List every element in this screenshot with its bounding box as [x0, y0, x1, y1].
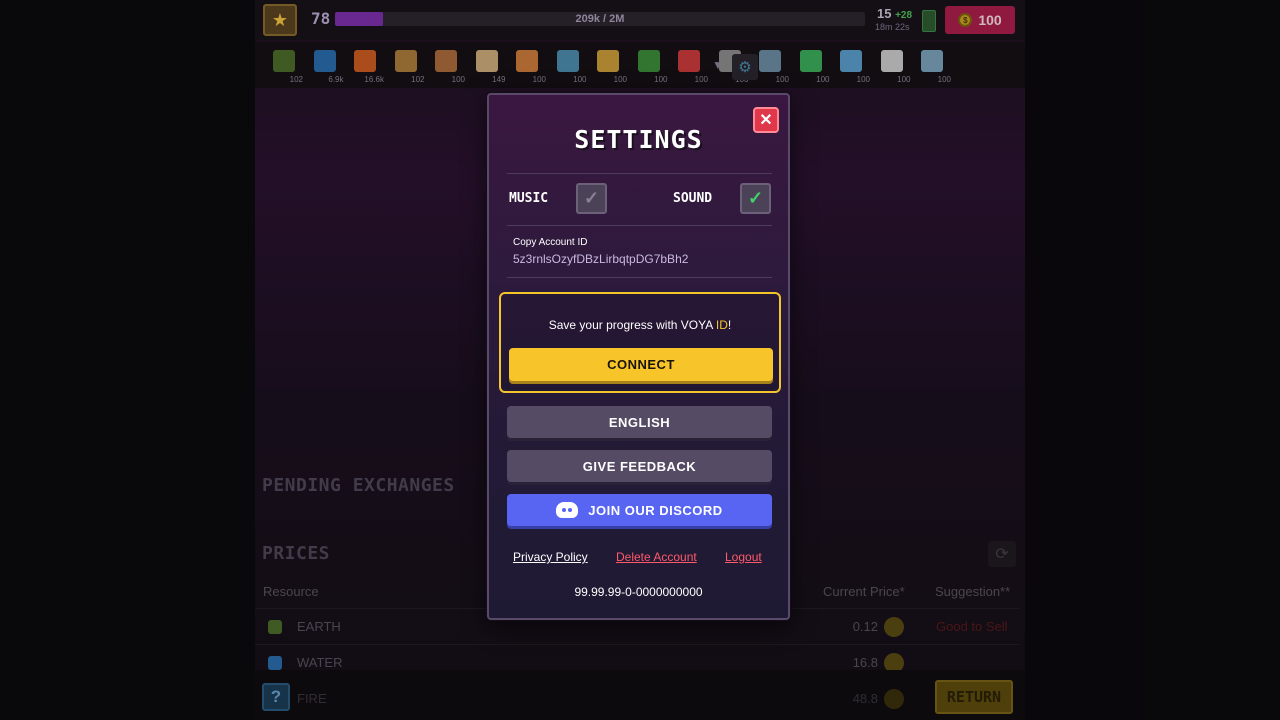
- logout-link[interactable]: Logout: [725, 550, 762, 564]
- check-icon: ✓: [583, 188, 600, 208]
- music-checkbox[interactable]: ✓: [576, 183, 607, 214]
- copy-account-label: Copy Account ID: [513, 237, 588, 248]
- account-id[interactable]: 5z3rnlsOzyfDBzLirbqtpDG7bBh2: [513, 252, 688, 266]
- check-icon: ✓: [747, 188, 764, 208]
- privacy-policy-link[interactable]: Privacy Policy: [513, 550, 588, 564]
- voya-text-suffix: !: [727, 318, 732, 332]
- settings-modal: ✕ SETTINGS MUSIC ✓ SOUND ✓ Copy Account …: [487, 93, 790, 620]
- sound-label: SOUND: [673, 191, 713, 206]
- sound-checkbox[interactable]: ✓: [740, 183, 771, 214]
- voya-text-highlight: ID: [715, 318, 728, 332]
- discord-icon: [556, 502, 579, 518]
- voya-connect-panel: Save your progress with VOYA ID! CONNECT: [499, 292, 781, 393]
- give-feedback-button[interactable]: GIVE FEEDBACK: [507, 450, 772, 482]
- version-text: 99.99.99-0-0000000000: [574, 585, 703, 599]
- connect-button[interactable]: CONNECT: [509, 348, 773, 381]
- voya-message: Save your progress with VOYA ID!: [501, 318, 779, 332]
- settings-title: SETTINGS: [574, 125, 703, 154]
- discord-label: JOIN OUR DISCORD: [588, 502, 723, 518]
- join-discord-button[interactable]: JOIN OUR DISCORD: [507, 494, 772, 526]
- delete-account-link[interactable]: Delete Account: [616, 550, 697, 564]
- music-label: MUSIC: [509, 191, 549, 206]
- divider: [507, 225, 772, 226]
- divider: [507, 277, 772, 278]
- language-button[interactable]: ENGLISH: [507, 406, 772, 438]
- divider: [507, 173, 772, 174]
- voya-text-prefix: Save your progress with VOYA: [548, 318, 716, 332]
